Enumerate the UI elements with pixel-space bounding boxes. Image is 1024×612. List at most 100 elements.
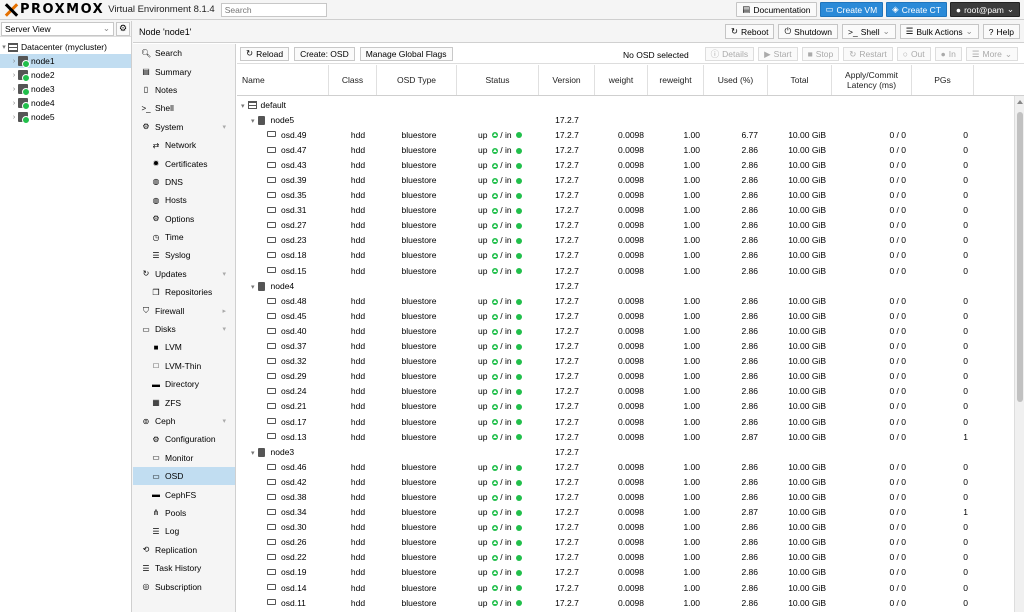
search-input[interactable] — [220, 2, 327, 17]
manage-global-flags-button[interactable]: Manage Global Flags — [359, 46, 453, 61]
chevron-right-icon[interactable]: › — [10, 114, 18, 121]
col-pgs[interactable]: PGs — [912, 65, 974, 95]
osd-row[interactable]: osd.14 hdd bluestore up / in 17.2.7 0.0098 1.… — [237, 580, 1014, 595]
tree-node-2[interactable]: › node2 — [0, 68, 131, 82]
chevron-down-icon[interactable]: ▾ — [222, 325, 226, 333]
gear-icon[interactable]: ⚙ — [116, 21, 130, 36]
tree-root-row[interactable]: ▾ default — [237, 97, 1014, 112]
osd-row[interactable]: osd.43 hdd bluestore up / in 17.2.7 0.0098 1.… — [237, 157, 1014, 172]
menu-syslog[interactable]: ☰ Syslog — [133, 246, 235, 264]
osd-row[interactable]: osd.40 hdd bluestore up / in 17.2.7 0.0098 1.… — [237, 323, 1014, 338]
osd-row[interactable]: osd.19 hdd bluestore up / in 17.2.7 0.0098 1.… — [237, 565, 1014, 580]
osd-row[interactable]: osd.39 hdd bluestore up / in 17.2.7 0.0098 1.… — [237, 172, 1014, 187]
osd-row[interactable]: osd.37 hdd bluestore up / in 17.2.7 0.0098 1.… — [237, 339, 1014, 354]
osd-row[interactable]: osd.11 hdd bluestore up / in 17.2.7 0.0098 1.… — [237, 595, 1014, 610]
menu-repositories[interactable]: ❐ Repositories — [133, 283, 235, 301]
menu-directory[interactable]: ▬ Directory — [133, 375, 235, 393]
documentation-button[interactable]: ▤ Documentation — [736, 2, 817, 17]
menu-log[interactable]: ☰ Log — [133, 522, 235, 540]
proxmox-logo[interactable]: PROXMOX Virtual Environment 8.1.4 — [4, 2, 215, 17]
stop-button[interactable]: ■ Stop — [801, 47, 840, 61]
osd-row[interactable]: osd.23 hdd bluestore up / in 17.2.7 0.0098 1.… — [237, 233, 1014, 248]
menu-pools[interactable]: ⋔ Pools — [133, 504, 235, 522]
shutdown-button[interactable]: ⏻ Shutdown — [778, 24, 838, 39]
chevron-down-icon[interactable]: ▾ — [222, 417, 226, 425]
osd-row[interactable]: osd.47 hdd bluestore up / in 17.2.7 0.0098 1.… — [237, 142, 1014, 157]
chevron-right-icon[interactable]: › — [10, 86, 18, 93]
col-used[interactable]: Used (%) — [704, 65, 768, 95]
osd-row[interactable]: osd.34 hdd bluestore up / in 17.2.7 0.0098 1.… — [237, 505, 1014, 520]
menu-subscription[interactable]: ◎ Subscription — [133, 577, 235, 595]
osd-row[interactable]: osd.42 hdd bluestore up / in 17.2.7 0.0098 1.… — [237, 474, 1014, 489]
osd-row[interactable]: osd.30 hdd bluestore up / in 17.2.7 0.0098 1.… — [237, 520, 1014, 535]
tree-node-4[interactable]: › node4 — [0, 96, 131, 110]
osd-row[interactable]: osd.21 hdd bluestore up / in 17.2.7 0.0098 1.… — [237, 399, 1014, 414]
menu-updates[interactable]: ↻ Updates ▾ — [133, 265, 235, 283]
menu-search[interactable]: 🔍︎ Search — [133, 44, 235, 62]
menu-cephfs[interactable]: ▬ CephFS — [133, 485, 235, 503]
scrollbar-thumb[interactable] — [1017, 112, 1023, 402]
more-button[interactable]: ☰ More ⌄ — [965, 47, 1018, 61]
chevron-down-icon[interactable]: ▾ — [222, 123, 226, 131]
chevron-right-icon[interactable]: › — [10, 58, 18, 65]
col-weight[interactable]: weight — [595, 65, 648, 95]
bulk-actions-button[interactable]: ☰ Bulk Actions ⌄ — [899, 24, 979, 39]
tree-node-3[interactable]: › node3 — [0, 82, 131, 96]
menu-task-history[interactable]: ☰ Task History — [133, 559, 235, 577]
menu-ceph[interactable]: ⊚ Ceph ▾ — [133, 412, 235, 430]
start-button[interactable]: ▶ Start — [758, 47, 798, 61]
osd-row[interactable]: osd.13 hdd bluestore up / in 17.2.7 0.0098 1.… — [237, 429, 1014, 444]
menu-disks[interactable]: ▭ Disks ▾ — [133, 320, 235, 338]
col-latency[interactable]: Apply/Commit Latency (ms) — [832, 65, 912, 95]
col-version[interactable]: Version — [539, 65, 595, 95]
create-vm-button[interactable]: ▭ Create VM — [819, 2, 884, 17]
menu-notes[interactable]: ▯ Notes — [133, 81, 235, 99]
menu-time[interactable]: ◷ Time — [133, 228, 235, 246]
chevron-right-icon[interactable]: › — [10, 72, 18, 79]
osd-row[interactable]: osd.15 hdd bluestore up / in 17.2.7 0.0098 1.… — [237, 263, 1014, 278]
menu-certificates[interactable]: ✹ Certificates — [133, 154, 235, 172]
menu-replication[interactable]: ⟲ Replication — [133, 541, 235, 559]
col-total[interactable]: Total — [768, 65, 832, 95]
chevron-down-icon[interactable]: ▾ — [0, 43, 8, 51]
col-status[interactable]: Status — [457, 65, 539, 95]
chevron-right-icon[interactable]: ▸ — [222, 307, 226, 315]
osd-row[interactable]: osd.24 hdd bluestore up / in 17.2.7 0.0098 1.… — [237, 384, 1014, 399]
details-button[interactable]: ⓘ Details — [704, 47, 755, 61]
col-name[interactable]: Name — [237, 65, 329, 95]
osd-row[interactable]: osd.22 hdd bluestore up / in 17.2.7 0.0098 1.… — [237, 550, 1014, 565]
chevron-right-icon[interactable]: › — [10, 100, 18, 107]
host-row[interactable]: ▾ node5 17.2.7 — [237, 112, 1014, 127]
menu-summary[interactable]: ▤ Summary — [133, 62, 235, 80]
chevron-down-icon[interactable]: ▾ — [251, 118, 255, 125]
chevron-down-icon[interactable]: ▾ — [241, 103, 245, 110]
vertical-scrollbar[interactable] — [1014, 96, 1024, 612]
osd-row[interactable]: osd.45 hdd bluestore up / in 17.2.7 0.0098 1.… — [237, 308, 1014, 323]
menu-zfs[interactable]: ▦ ZFS — [133, 393, 235, 411]
menu-osd[interactable]: ▭ OSD — [133, 466, 235, 486]
osd-row[interactable]: osd.49 hdd bluestore up / in 17.2.7 0.0098 1.… — [237, 127, 1014, 142]
create-osd-button[interactable]: Create: OSD — [294, 46, 355, 61]
menu-system[interactable]: ⚙ System ▾ — [133, 118, 235, 136]
chevron-down-icon[interactable]: ▾ — [251, 284, 255, 291]
menu-configuration[interactable]: ⚙ Configuration — [133, 430, 235, 448]
view-select[interactable]: Server View ⌄ — [1, 21, 114, 36]
in-button[interactable]: ● In — [934, 47, 962, 61]
tree-datacenter[interactable]: ▾ Datacenter (mycluster) — [0, 40, 131, 54]
menu-network[interactable]: ⇄ Network — [133, 136, 235, 154]
out-button[interactable]: ○ Out — [896, 47, 931, 61]
reload-button[interactable]: ↻ Reload — [240, 46, 290, 61]
osd-row[interactable]: osd.26 hdd bluestore up / in 17.2.7 0.0098 1.… — [237, 535, 1014, 550]
menu-options[interactable]: ⚙ Options — [133, 210, 235, 228]
osd-row[interactable]: osd.38 hdd bluestore up / in 17.2.7 0.0098 1.… — [237, 489, 1014, 504]
osd-row[interactable]: osd.18 hdd bluestore up / in 17.2.7 0.0098 1.… — [237, 248, 1014, 263]
menu-dns[interactable]: ◍ DNS — [133, 173, 235, 191]
help-button[interactable]: ? Help — [982, 24, 1020, 39]
osd-row[interactable]: osd.32 hdd bluestore up / in 17.2.7 0.0098 1.… — [237, 354, 1014, 369]
tree-node-5[interactable]: › node5 — [0, 110, 131, 124]
host-row[interactable]: ▾ node3 17.2.7 — [237, 444, 1014, 459]
col-osd-type[interactable]: OSD Type — [377, 65, 457, 95]
menu-lvm[interactable]: ■ LVM — [133, 338, 235, 356]
shell-button[interactable]: >_ Shell ⌄ — [841, 24, 896, 39]
scroll-up-icon[interactable] — [1017, 100, 1023, 104]
